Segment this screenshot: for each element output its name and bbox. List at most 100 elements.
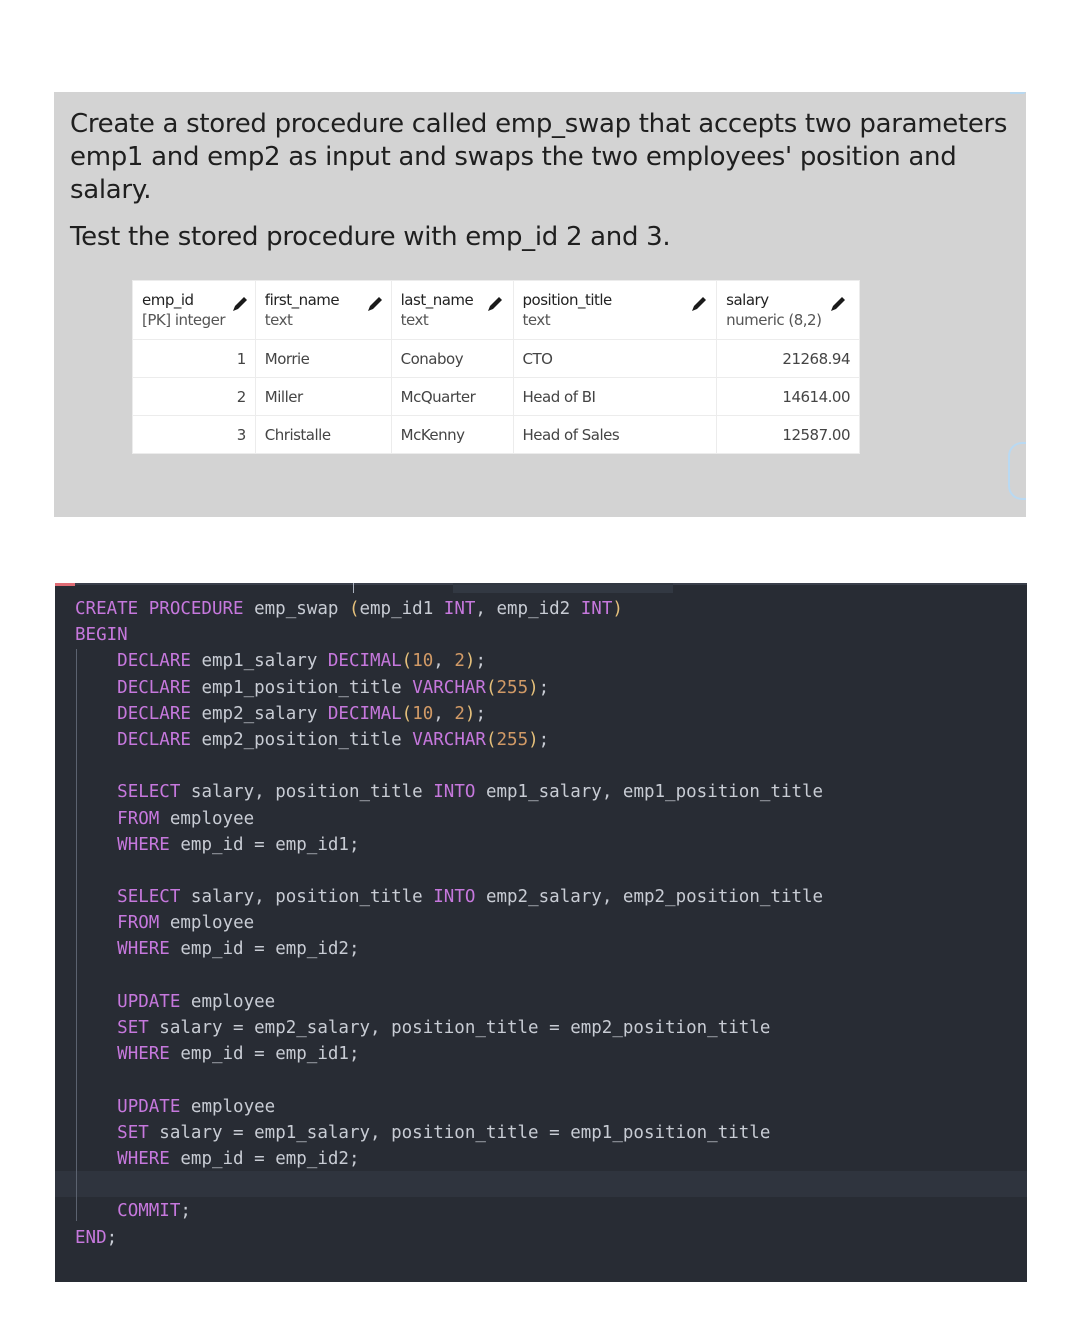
- cell-last-name[interactable]: McKenny: [390, 415, 514, 454]
- code-line[interactable]: WHERE emp_id = emp_id2;: [75, 936, 823, 962]
- cell-salary[interactable]: 12587.00: [716, 415, 860, 454]
- cell-last-name[interactable]: McQuarter: [390, 377, 514, 416]
- code-line[interactable]: WHERE emp_id = emp_id1;: [75, 1041, 823, 1067]
- pencil-icon[interactable]: [690, 295, 708, 313]
- code-line[interactable]: [75, 1067, 823, 1093]
- code-keyword: INTO: [433, 887, 476, 908]
- cell-first-name[interactable]: Miller: [254, 377, 392, 416]
- employee-table: emp_id [PK] integer first_name text last…: [132, 280, 860, 454]
- code-text: emp_id = emp_id1;: [169, 834, 360, 855]
- code-line[interactable]: SELECT salary, position_title INTO emp2_…: [75, 884, 823, 910]
- table-row[interactable]: 1 Morrie Conaboy CTO 21268.94: [132, 339, 860, 378]
- code-text: emp2_salary: [190, 703, 328, 724]
- code-keyword: INTO: [433, 782, 476, 803]
- code-line[interactable]: SELECT salary, position_title INTO emp1_…: [75, 779, 823, 805]
- code-text: employee: [159, 808, 255, 829]
- code-line[interactable]: WHERE emp_id = emp_id1;: [75, 832, 823, 858]
- code-text: emp2_salary, emp2_position_title: [475, 887, 824, 908]
- cell-first-name[interactable]: Christalle: [254, 415, 392, 454]
- code-line[interactable]: WHERE emp_id = emp_id2;: [75, 1146, 823, 1172]
- code-keyword: DECLARE: [117, 651, 191, 672]
- code-keyword: FROM: [117, 808, 160, 829]
- code-keyword: INT: [580, 599, 613, 619]
- column-header-emp-id[interactable]: emp_id [PK] integer: [132, 280, 256, 340]
- code-text: emp_id = emp_id2;: [169, 1148, 360, 1169]
- code-line[interactable]: SET salary = emp1_salary, position_title…: [75, 1120, 823, 1146]
- task-description: Create a stored procedure called emp_swa…: [70, 108, 1020, 254]
- code-content[interactable]: CREATE PROCEDURE emp_swap (emp_id1 INT, …: [75, 596, 823, 1251]
- code-keyword: DECLARE: [117, 677, 191, 698]
- pencil-icon[interactable]: [366, 295, 384, 313]
- cell-position-title[interactable]: CTO: [512, 339, 718, 378]
- code-line[interactable]: DECLARE emp1_salary DECIMAL(10, 2);: [75, 648, 823, 674]
- code-text: emp1_salary: [190, 651, 328, 672]
- cell-emp-id[interactable]: 2: [132, 377, 256, 416]
- code-number: 10: [412, 651, 434, 672]
- column-type: text: [522, 311, 551, 329]
- column-header-first-name[interactable]: first_name text: [254, 280, 392, 340]
- code-line[interactable]: DECLARE emp1_position_title VARCHAR(255)…: [75, 675, 823, 701]
- code-paren: (: [485, 677, 497, 698]
- cell-salary[interactable]: 21268.94: [716, 339, 860, 378]
- cell-last-name[interactable]: Conaboy: [390, 339, 514, 378]
- code-keyword: DECIMAL: [327, 651, 402, 672]
- cell-emp-id[interactable]: 1: [132, 339, 256, 378]
- code-text: emp_swap: [243, 599, 349, 619]
- code-paren: ): [464, 703, 476, 724]
- code-line[interactable]: BEGIN: [75, 622, 823, 648]
- code-line[interactable]: COMMIT;: [75, 1198, 823, 1224]
- code-line[interactable]: CREATE PROCEDURE emp_swap (emp_id1 INT, …: [75, 596, 823, 622]
- code-text: ,: [433, 651, 455, 672]
- code-keyword: WHERE: [117, 1148, 170, 1169]
- code-line[interactable]: SET salary = emp2_salary, position_title…: [75, 1015, 823, 1041]
- code-paren: (: [401, 651, 413, 672]
- code-editor[interactable]: CREATE PROCEDURE emp_swap (emp_id1 INT, …: [55, 583, 1027, 1282]
- cell-first-name[interactable]: Morrie: [254, 339, 392, 378]
- code-line[interactable]: END;: [75, 1225, 823, 1251]
- code-number: 255: [496, 729, 529, 750]
- cell-emp-id[interactable]: 3: [132, 415, 256, 454]
- code-paren: ): [464, 651, 476, 672]
- code-text: salary = emp2_salary, position_title = e…: [148, 1018, 771, 1038]
- code-keyword: WHERE: [117, 834, 170, 855]
- cell-position-title[interactable]: Head of BI: [512, 377, 718, 416]
- column-type: [PK] integer: [142, 311, 226, 329]
- code-paren: (: [485, 729, 497, 750]
- code-keyword: WHERE: [117, 1044, 170, 1065]
- column-header-salary[interactable]: salary numeric (8,2): [716, 280, 860, 340]
- code-line[interactable]: DECLARE emp2_salary DECIMAL(10, 2);: [75, 701, 823, 727]
- cell-position-title[interactable]: Head of Sales: [512, 415, 718, 454]
- code-line[interactable]: [75, 963, 823, 989]
- code-line[interactable]: [75, 1172, 823, 1198]
- code-line[interactable]: FROM employee: [75, 806, 823, 832]
- cell-salary[interactable]: 14614.00: [716, 377, 860, 416]
- code-paren: (: [348, 599, 360, 619]
- pencil-icon[interactable]: [486, 295, 504, 313]
- column-name: position_title: [522, 291, 613, 309]
- code-line[interactable]: [75, 858, 823, 884]
- task-paragraph-2: Test the stored procedure with emp_id 2 …: [70, 222, 671, 252]
- code-text: employee: [180, 1096, 276, 1117]
- column-header-position-title[interactable]: position_title text: [512, 280, 718, 340]
- code-line[interactable]: FROM employee: [75, 910, 823, 936]
- task-paragraph-1: Create a stored procedure called emp_swa…: [70, 109, 1008, 205]
- pencil-icon[interactable]: [829, 295, 847, 313]
- pencil-icon[interactable]: [231, 295, 249, 313]
- code-line[interactable]: UPDATE employee: [75, 1094, 823, 1120]
- column-header-last-name[interactable]: last_name text: [390, 280, 514, 340]
- code-line[interactable]: UPDATE employee: [75, 989, 823, 1015]
- table-row[interactable]: 3 Christalle McKenny Head of Sales 12587…: [132, 415, 860, 454]
- code-keyword: INT: [443, 599, 476, 619]
- code-line[interactable]: DECLARE emp2_position_title VARCHAR(255)…: [75, 727, 823, 753]
- code-keyword: DECLARE: [117, 729, 191, 750]
- code-paren: ): [528, 729, 539, 750]
- code-line[interactable]: [75, 753, 823, 779]
- table-row[interactable]: 2 Miller McQuarter Head of BI 14614.00: [132, 377, 860, 416]
